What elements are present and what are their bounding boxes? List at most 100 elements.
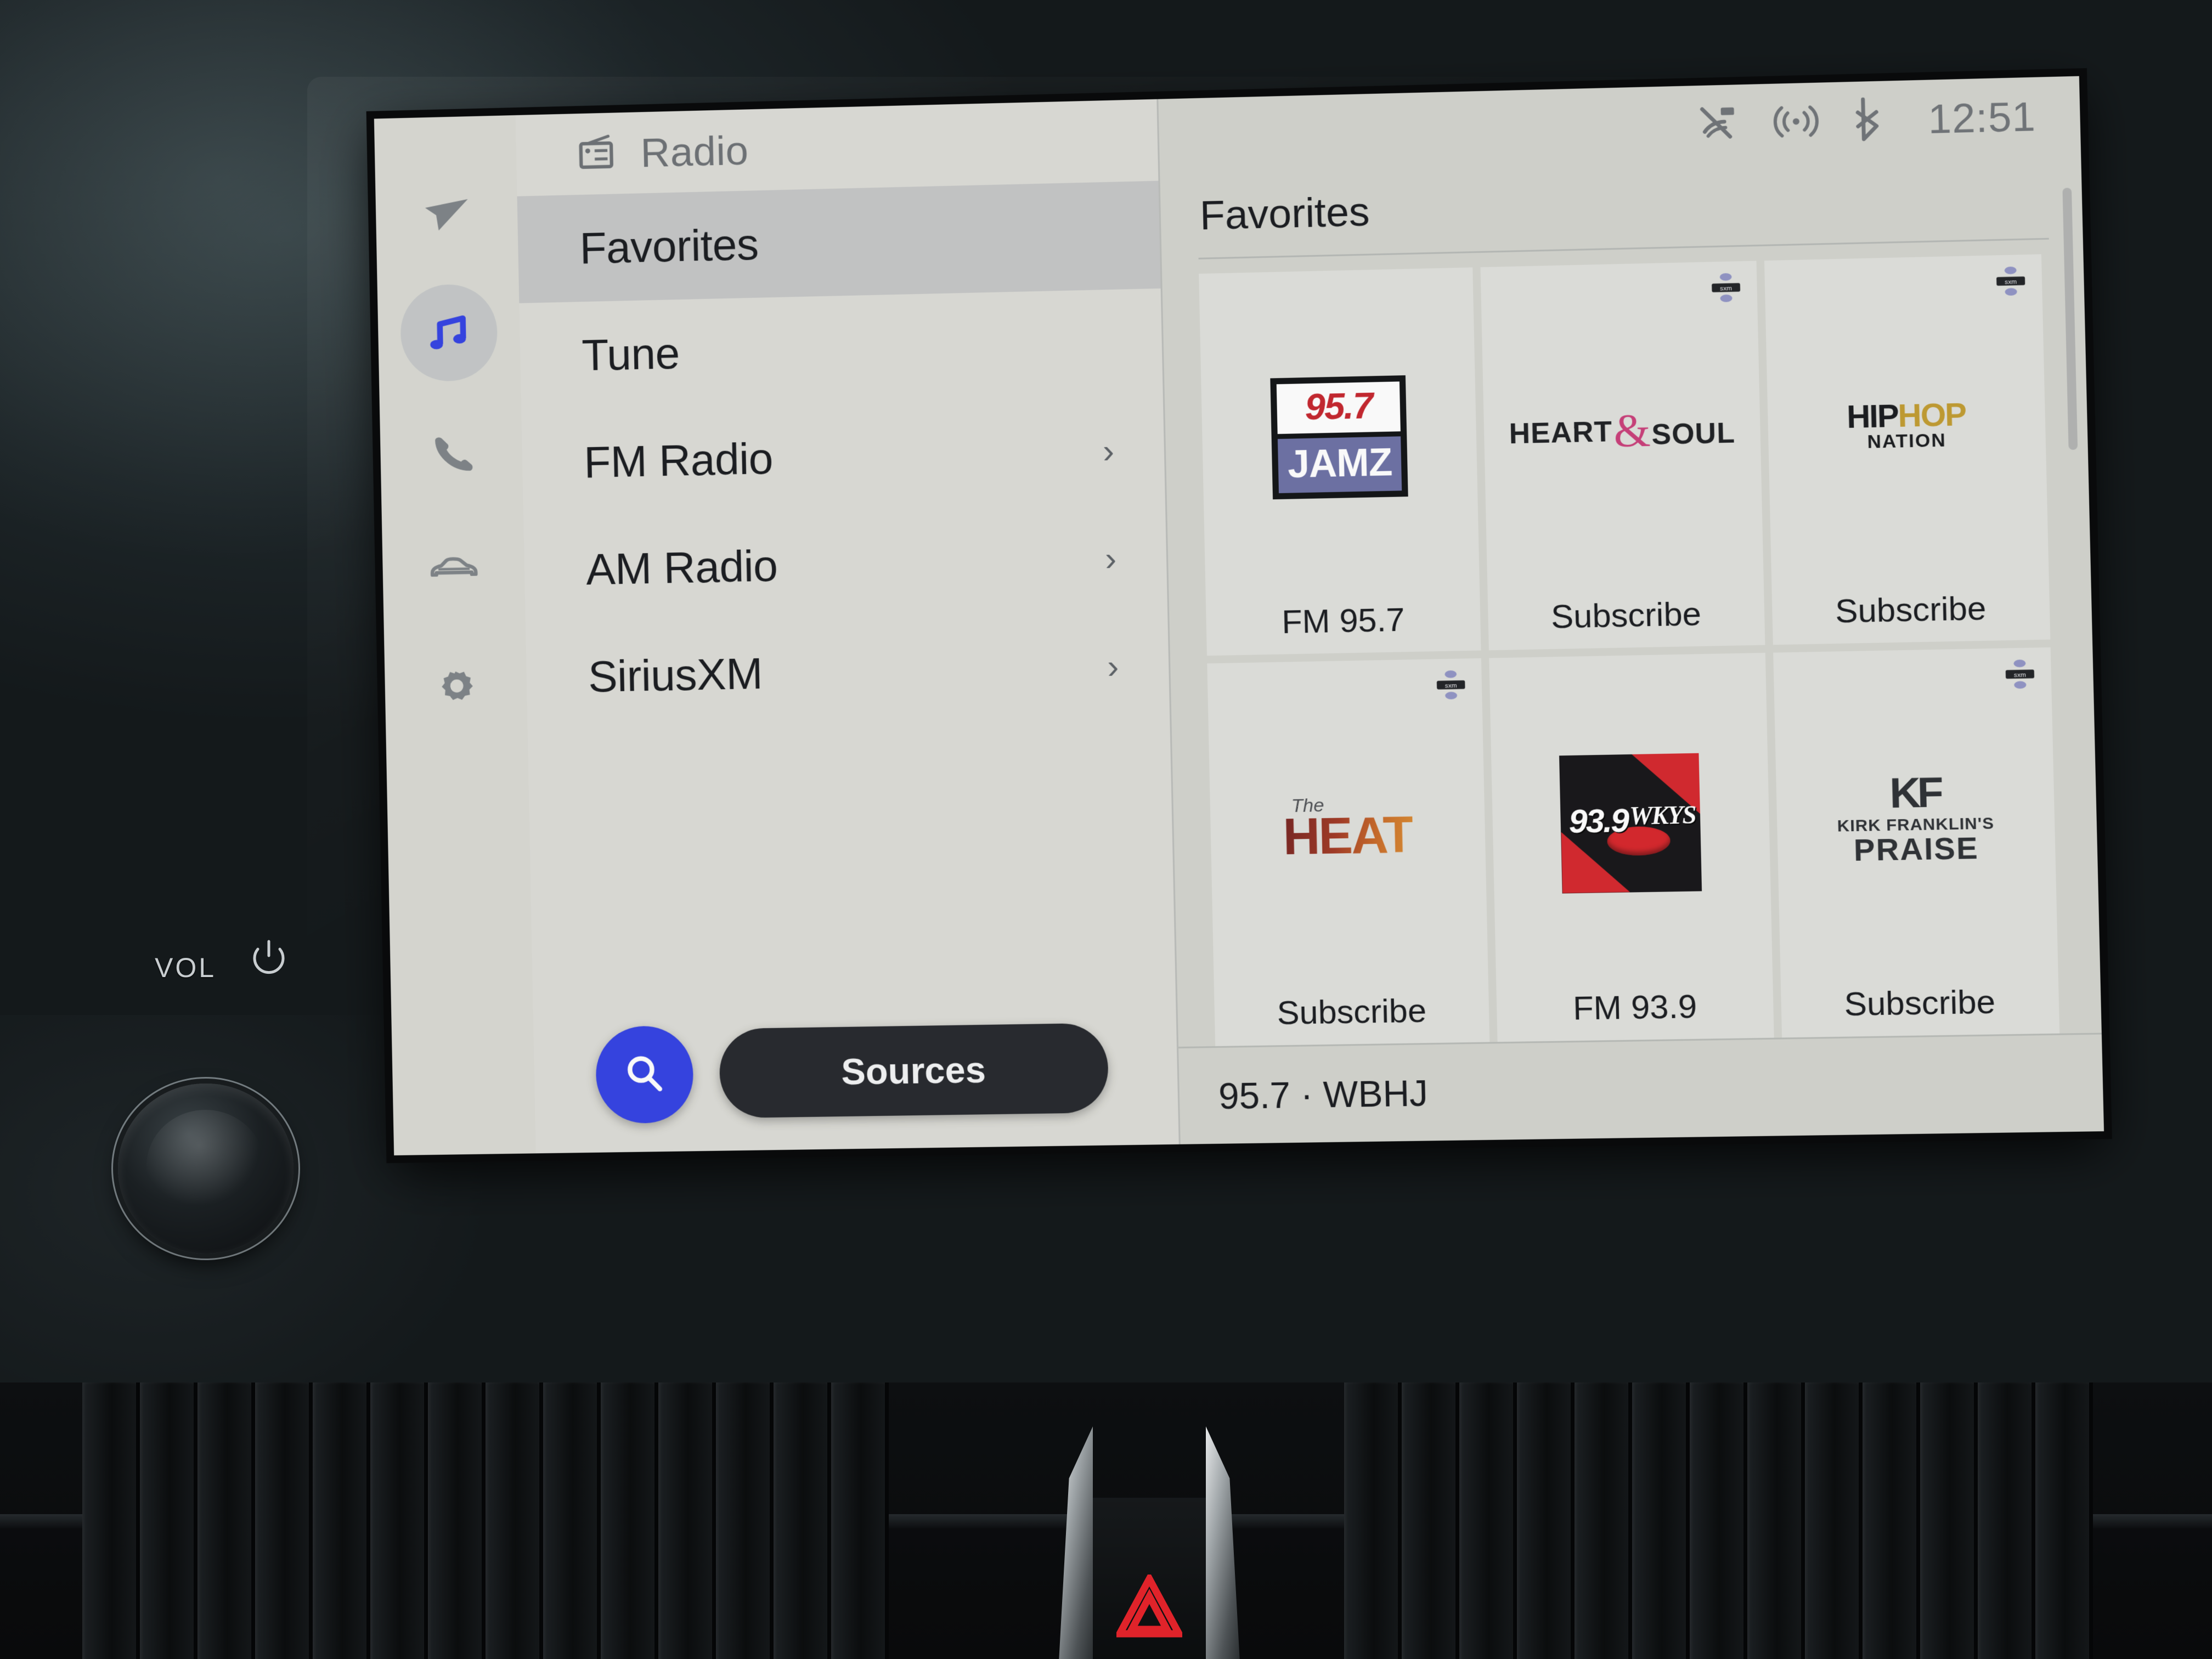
- hazard-triangle-icon: [1114, 1571, 1185, 1643]
- logo-frequency: 93.9: [1568, 801, 1628, 840]
- favorite-tile-label: FM 95.7: [1281, 601, 1406, 641]
- radio-icon: [578, 134, 618, 174]
- hip-hop-nation-logo: HIPHOP NATION: [1846, 396, 1966, 452]
- menu-item-label: Tune: [581, 328, 680, 380]
- volume-power-knob[interactable]: [118, 1084, 294, 1254]
- radio-menu-list: Favorites Tune FM Radio › AM Radio › Sir…: [517, 180, 1179, 1154]
- sidebar-item-vehicle[interactable]: [404, 518, 503, 617]
- logo-monogram: KF: [1889, 768, 1941, 817]
- heart-and-soul-logo: HEART & SOUL: [1509, 404, 1736, 458]
- menu-item-siriusxm[interactable]: SiriusXM ›: [526, 612, 1170, 731]
- vent-fin: [428, 1383, 486, 1659]
- station-logo: 93.9 WKYS: [1489, 653, 1773, 993]
- favorite-tile[interactable]: sxm HIPHOP NATION Subscribe: [1764, 254, 2051, 645]
- vent-fin: [1747, 1383, 1805, 1659]
- svg-text:sxm: sxm: [1720, 285, 1732, 292]
- favorite-tile[interactable]: sxm The HEAT Subscribe: [1207, 658, 1490, 1046]
- clock: 12:51: [1927, 93, 2036, 142]
- favorite-tile[interactable]: 93.9 WKYS FM 93.9: [1489, 652, 1774, 1042]
- bluetooth-icon[interactable]: [1850, 95, 1884, 145]
- vent-fin: [1575, 1383, 1632, 1659]
- broadcast-waves-icon[interactable]: [1771, 101, 1821, 143]
- menu-item-tune[interactable]: Tune: [519, 289, 1163, 410]
- chevron-right-icon: ›: [1102, 432, 1115, 471]
- vent-fin: [370, 1383, 428, 1659]
- vent-fin: [774, 1383, 831, 1659]
- vent-fin: [1517, 1383, 1575, 1659]
- sources-button[interactable]: Sources: [719, 1023, 1109, 1119]
- chevron-right-icon: ›: [1107, 647, 1119, 686]
- siriusxm-badge-icon: sxm: [1709, 271, 1742, 304]
- vent-fin: [1344, 1383, 1402, 1659]
- station-logo: HEART & SOUL: [1481, 261, 1764, 601]
- hazard-button[interactable]: [1093, 1498, 1206, 1659]
- logo-word-hop: HOP: [1897, 396, 1966, 434]
- favorites-grid: 95.7 JAMZ FM 95.7 sxm HEART & SOUL Subsc…: [1162, 239, 2102, 1047]
- favorite-tile[interactable]: sxm KF KIRK FRANKLIN'S PRAISE Subscribe: [1773, 647, 2060, 1038]
- favorite-tile-label: Subscribe: [1843, 983, 1996, 1023]
- vent-fin: [716, 1383, 774, 1659]
- vent-fin: [1632, 1383, 1690, 1659]
- sidebar-item-phone[interactable]: [402, 401, 500, 500]
- siriusxm-badge-icon: sxm: [2003, 658, 2036, 691]
- favorite-tile[interactable]: sxm HEART & SOUL Subscribe: [1480, 261, 1765, 651]
- vent-fin: [1402, 1383, 1459, 1659]
- chrome-trim-left: [1059, 1426, 1093, 1659]
- dashboard-photo: VOL Radio Favorites Tune FM Radio › AM R…: [0, 0, 2212, 1659]
- vent-fin: [1978, 1383, 2035, 1659]
- the-heat-logo: The HEAT: [1282, 795, 1414, 866]
- svg-text:sxm: sxm: [1445, 682, 1457, 690]
- microphone-muted-icon[interactable]: [1696, 100, 1741, 148]
- favorites-panel: 12:51 Favorites 95.7 JAMZ FM 95.7 sxm HE…: [1156, 76, 2104, 1144]
- sidebar-item-navigation[interactable]: [398, 166, 496, 265]
- now-playing-bar[interactable]: 95.7 · WBHJ: [1178, 1032, 2104, 1144]
- vent-fin: [831, 1383, 889, 1659]
- vent-fin: [2035, 1383, 2093, 1659]
- infotainment-screen: Radio Favorites Tune FM Radio › AM Radio: [374, 76, 2104, 1156]
- vent-group-right: [1344, 1383, 2200, 1659]
- wkys-logo: 93.9 WKYS: [1559, 753, 1702, 894]
- siriusxm-badge-icon: sxm: [1994, 264, 2028, 297]
- vent-fin: [198, 1383, 255, 1659]
- logo-word-heart: HEART: [1509, 415, 1613, 450]
- chrome-trim-right: [1206, 1426, 1240, 1659]
- favorite-tile-label: FM 93.9: [1572, 988, 1697, 1027]
- menu-item-label: AM Radio: [585, 540, 778, 594]
- menu-item-am-radio[interactable]: AM Radio ›: [523, 504, 1167, 624]
- vent-fin: [1863, 1383, 1920, 1659]
- logo-callsign: WKYS: [1629, 800, 1696, 830]
- vent-fin: [1805, 1383, 1863, 1659]
- gear-icon: [433, 662, 479, 708]
- logo-word-soul: SOUL: [1651, 417, 1736, 452]
- jamz-logo-wordmark: JAMZ: [1278, 436, 1402, 493]
- favorite-tile[interactable]: 95.7 JAMZ FM 95.7: [1199, 267, 1481, 656]
- menu-title: Radio: [640, 127, 749, 176]
- sidebar-item-settings[interactable]: [407, 636, 505, 734]
- power-icon[interactable]: [250, 939, 288, 978]
- chevron-right-icon: ›: [1104, 539, 1117, 578]
- favorite-tile-label: Subscribe: [1276, 991, 1427, 1031]
- jamz-logo-frequency: 95.7: [1276, 381, 1401, 439]
- svg-text:sxm: sxm: [2014, 672, 2026, 679]
- menu-footer: Sources: [595, 1019, 1109, 1124]
- menu-item-fm-radio[interactable]: FM Radio ›: [521, 396, 1165, 517]
- car-icon: [428, 551, 479, 584]
- vent-fin: [313, 1383, 370, 1659]
- sidebar-rail: [374, 115, 536, 1156]
- menu-item-label: FM Radio: [583, 433, 774, 487]
- logo-word-hip: HIP: [1846, 397, 1899, 435]
- vent-fin: [486, 1383, 543, 1659]
- radio-menu-column: Radio Favorites Tune FM Radio › AM Radio: [515, 99, 1179, 1154]
- vent-fin: [601, 1383, 658, 1659]
- jamz-logo: 95.7 JAMZ: [1270, 375, 1408, 500]
- logo-ampersand: &: [1613, 404, 1651, 458]
- logo-line-praise: PRAISE: [1853, 830, 1979, 867]
- favorite-tile-label: Subscribe: [1835, 589, 1987, 630]
- station-logo: KF KIRK FRANKLIN'S PRAISE: [1773, 647, 2058, 989]
- vent-fin: [543, 1383, 601, 1659]
- menu-item-favorites[interactable]: Favorites: [517, 180, 1161, 303]
- volume-label: VOL: [155, 952, 217, 983]
- search-button[interactable]: [595, 1025, 695, 1124]
- vent-fin: [140, 1383, 198, 1659]
- sidebar-item-media[interactable]: [399, 283, 499, 382]
